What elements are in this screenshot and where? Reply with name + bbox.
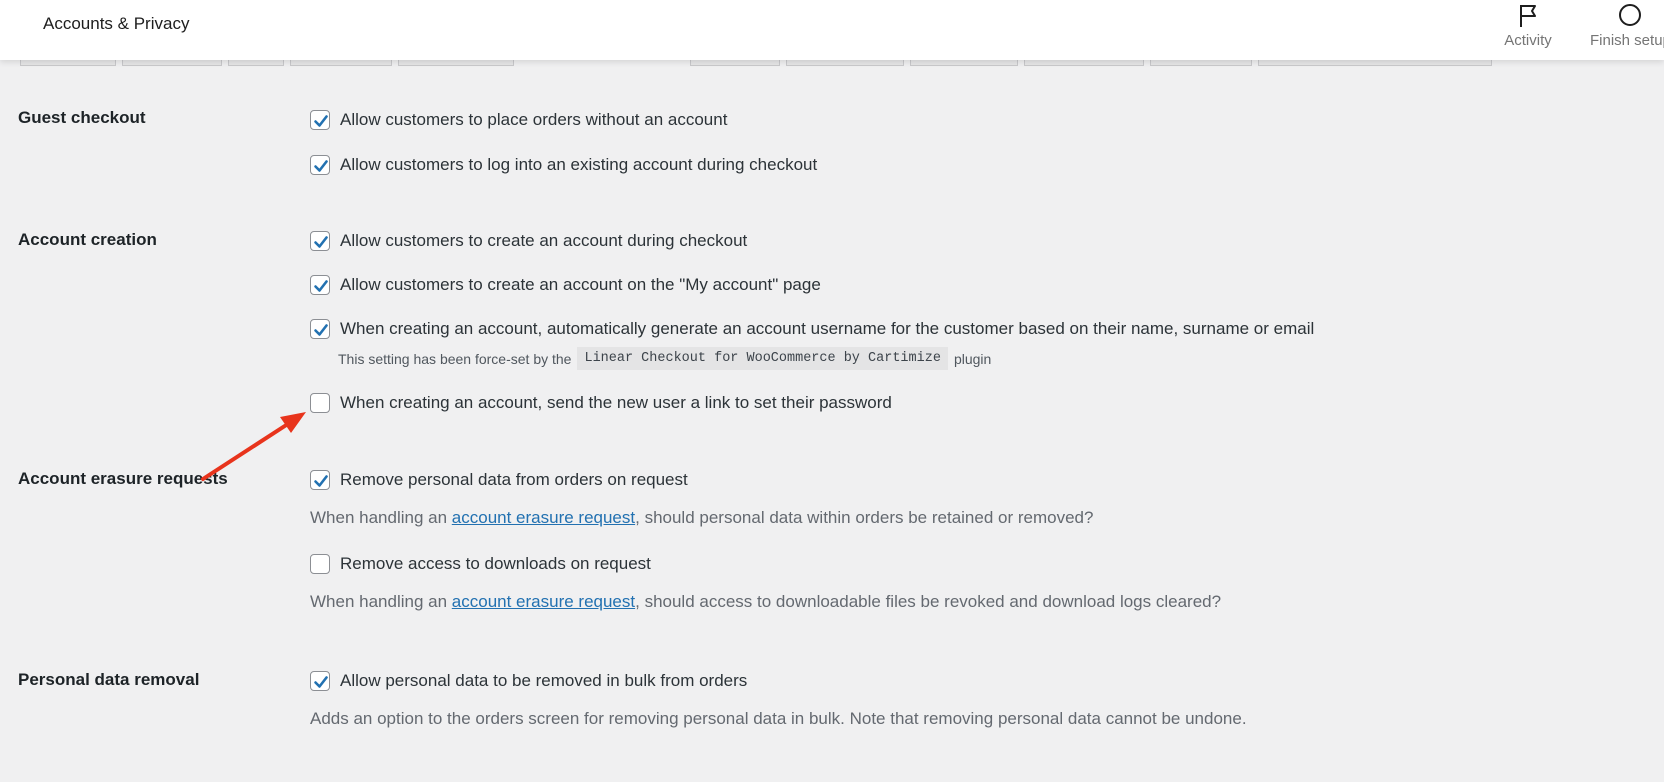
checkbox[interactable]	[310, 319, 330, 339]
tab-stub[interactable]	[786, 60, 904, 66]
desc-suffix: , should personal data within orders be …	[635, 508, 1094, 527]
option-create-account-checkout[interactable]: Allow customers to create an account dur…	[310, 229, 747, 253]
tab-stub[interactable]	[20, 60, 116, 66]
tab-stub[interactable]	[290, 60, 392, 66]
activity-label: Activity	[1504, 32, 1552, 49]
tab-stub[interactable]	[1150, 60, 1252, 66]
option-label: Allow customers to place orders without …	[340, 110, 728, 129]
option-label: Allow personal data to be removed in bul…	[340, 671, 748, 690]
checkbox[interactable]	[310, 110, 330, 130]
checkbox[interactable]	[310, 275, 330, 295]
option-remove-order-data[interactable]: Remove personal data from orders on requ…	[310, 468, 688, 492]
option-label: Remove access to downloads on request	[340, 554, 651, 573]
desc-prefix: When handling an	[310, 508, 448, 527]
note-prefix: This setting has been force-set by the	[338, 350, 572, 367]
option-send-password-link[interactable]: When creating an account, send the new u…	[310, 391, 892, 415]
finish-setup-button[interactable]: Finish setup	[1590, 0, 1664, 60]
forced-setting-note: This setting has been force-set by the L…	[338, 347, 991, 370]
checkbox[interactable]	[310, 155, 330, 175]
header-bar: Accounts & Privacy Activity Finish setup	[0, 0, 1664, 60]
tab-stub[interactable]	[398, 60, 514, 66]
checkbox[interactable]	[310, 470, 330, 490]
finish-setup-label: Finish setup	[1590, 32, 1664, 49]
option-label: Allow customers to create an account on …	[340, 275, 821, 294]
checkbox[interactable]	[310, 393, 330, 413]
option-label: Allow customers to create an account dur…	[340, 231, 748, 250]
tab-stub[interactable]	[228, 60, 284, 66]
option-description: When handling an account erasure request…	[310, 592, 1221, 612]
section-label-account-creation: Account creation	[18, 230, 157, 249]
account-erasure-request-link[interactable]: account erasure request	[452, 592, 635, 611]
section-label-personal-data-removal: Personal data removal	[18, 670, 200, 689]
option-remove-download-access[interactable]: Remove access to downloads on request	[310, 552, 651, 576]
desc-suffix: , should access to downloadable files be…	[635, 592, 1222, 611]
tab-stub[interactable]	[1024, 60, 1144, 66]
circle-icon	[1590, 2, 1664, 30]
checkbox[interactable]	[310, 671, 330, 691]
checkbox[interactable]	[310, 231, 330, 251]
note-suffix: plugin	[953, 350, 992, 367]
option-create-account-my-account[interactable]: Allow customers to create an account on …	[310, 273, 821, 297]
tab-stub[interactable]	[1258, 60, 1492, 66]
option-guest-login-existing[interactable]: Allow customers to log into an existing …	[310, 153, 817, 177]
option-guest-place-orders[interactable]: Allow customers to place orders without …	[310, 108, 727, 132]
option-label: When creating an account, automatically …	[340, 319, 1315, 338]
option-bulk-remove-personal-data[interactable]: Allow personal data to be removed in bul…	[310, 669, 747, 693]
tab-stub[interactable]	[122, 60, 222, 66]
option-label: Remove personal data from orders on requ…	[340, 470, 688, 489]
flag-icon	[1496, 2, 1560, 30]
tab-stub[interactable]	[690, 60, 780, 66]
checkbox[interactable]	[310, 554, 330, 574]
activity-button[interactable]: Activity	[1496, 0, 1560, 60]
option-description: Adds an option to the orders screen for …	[310, 709, 1247, 728]
option-generate-username[interactable]: When creating an account, automatically …	[310, 317, 1314, 341]
section-label-guest-checkout: Guest checkout	[18, 108, 146, 127]
option-label: Allow customers to log into an existing …	[340, 155, 818, 174]
page-title: Accounts & Privacy	[43, 14, 190, 33]
settings-tabs-strip	[0, 60, 1664, 66]
option-description: When handling an account erasure request…	[310, 508, 1093, 528]
desc-prefix: When handling an	[310, 592, 448, 611]
account-erasure-request-link[interactable]: account erasure request	[452, 508, 635, 527]
tab-stub[interactable]	[910, 60, 1018, 66]
plugin-name-code: Linear Checkout for WooCommerce by Carti…	[577, 347, 948, 370]
section-label-account-erasure: Account erasure requests	[18, 469, 228, 488]
option-label: When creating an account, send the new u…	[340, 393, 892, 412]
